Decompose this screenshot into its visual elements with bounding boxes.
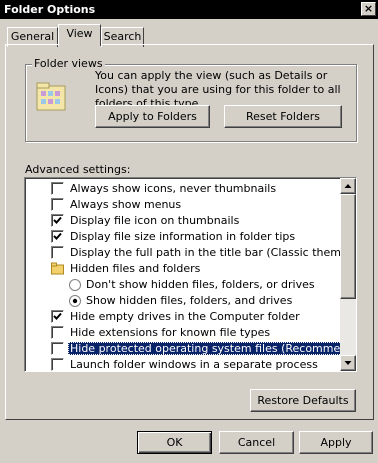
list-item[interactable]: Don't show hidden files, folders, or dri… (69, 277, 317, 293)
tab-label: View (66, 27, 93, 40)
checkbox[interactable] (51, 342, 64, 355)
checkmark-icon (53, 312, 62, 320)
checkbox[interactable] (51, 358, 64, 371)
radio-button[interactable] (69, 279, 81, 291)
folder-icon (51, 262, 64, 275)
folder-views-label: Folder views (32, 57, 105, 71)
tab-view[interactable]: View (58, 24, 101, 46)
list-item[interactable]: Display file icon on thumbnails (51, 213, 241, 229)
cancel-button[interactable]: Cancel (219, 431, 294, 454)
title-bar: Folder Options × (0, 0, 378, 19)
list-item-label: Always show menus (70, 198, 182, 211)
list-item[interactable]: Launch folder windows in a separate proc… (51, 357, 320, 371)
checkbox[interactable] (51, 246, 64, 259)
scroll-down-button[interactable] (340, 355, 356, 371)
list-item-label: Always show icons, never thumbnails (70, 182, 277, 195)
arrow-down-icon (344, 361, 352, 365)
advanced-settings-list[interactable]: Always show icons, never thumbnails Alwa… (24, 177, 357, 372)
button-label: Apply to Folders (108, 110, 197, 123)
list-item-label: Don't show hidden files, folders, or dri… (86, 278, 315, 291)
checkbox[interactable] (51, 326, 64, 339)
checkbox[interactable] (51, 214, 64, 227)
list-item[interactable]: Always show menus (51, 197, 183, 213)
apply-to-folders-button[interactable]: Apply to Folders (95, 105, 210, 128)
list-item[interactable]: Show hidden files, folders, and drives (69, 293, 294, 309)
folder-views-icon (36, 82, 66, 111)
reset-folders-button[interactable]: Reset Folders (224, 105, 342, 128)
checkmark-icon (53, 216, 62, 224)
ok-button[interactable]: OK (137, 431, 212, 454)
list-item-label: Display file icon on thumbnails (70, 214, 240, 227)
list-item-selected[interactable]: Hide protected operating system files (R… (51, 341, 356, 357)
tab-label: General (10, 30, 55, 43)
advanced-settings-label: Advanced settings: (25, 163, 131, 176)
checkbox[interactable] (51, 310, 64, 323)
button-label: Reset Folders (246, 110, 320, 123)
list-item[interactable]: Always show icons, never thumbnails (51, 181, 278, 197)
list-item-label: Hide extensions for known file types (70, 326, 271, 339)
list-item-label: Hidden files and folders (70, 262, 201, 275)
window-title: Folder Options (4, 3, 96, 16)
button-label: Apply (320, 436, 352, 449)
list-item[interactable]: Display the full path in the title bar (… (51, 245, 357, 261)
list-item-label: Launch folder windows in a separate proc… (70, 358, 318, 371)
list-item[interactable]: Hide empty drives in the Computer folder (51, 309, 302, 325)
checkmark-icon (53, 232, 62, 240)
radio-button[interactable] (69, 295, 81, 307)
list-item-label: Show hidden files, folders, and drives (86, 294, 293, 307)
button-label: Restore Defaults (257, 394, 349, 407)
list-item-label: Display file size information in folder … (70, 230, 296, 243)
list-item: Hidden files and folders (51, 261, 202, 277)
close-button[interactable]: × (361, 2, 376, 16)
checkbox[interactable] (51, 198, 64, 211)
scroll-thumb[interactable] (340, 194, 356, 299)
list-item-label: Hide protected operating system files (R… (68, 342, 356, 355)
button-label: Cancel (237, 436, 276, 449)
restore-defaults-button[interactable]: Restore Defaults (250, 389, 356, 412)
button-label: OK (166, 436, 183, 449)
tab-label: Search (103, 30, 142, 43)
checkbox[interactable] (51, 182, 64, 195)
close-icon: × (363, 2, 374, 15)
list-item-label: Display the full path in the title bar (… (70, 246, 357, 259)
checkbox[interactable] (51, 230, 64, 243)
arrow-up-icon (344, 184, 352, 188)
list-item-label: Hide empty drives in the Computer folder (70, 310, 300, 323)
list-item[interactable]: Display file size information in folder … (51, 229, 297, 245)
list-item[interactable]: Hide extensions for known file types (51, 325, 272, 341)
apply-button[interactable]: Apply (299, 431, 373, 454)
vertical-scrollbar[interactable] (340, 178, 356, 371)
scroll-up-button[interactable] (340, 178, 356, 194)
